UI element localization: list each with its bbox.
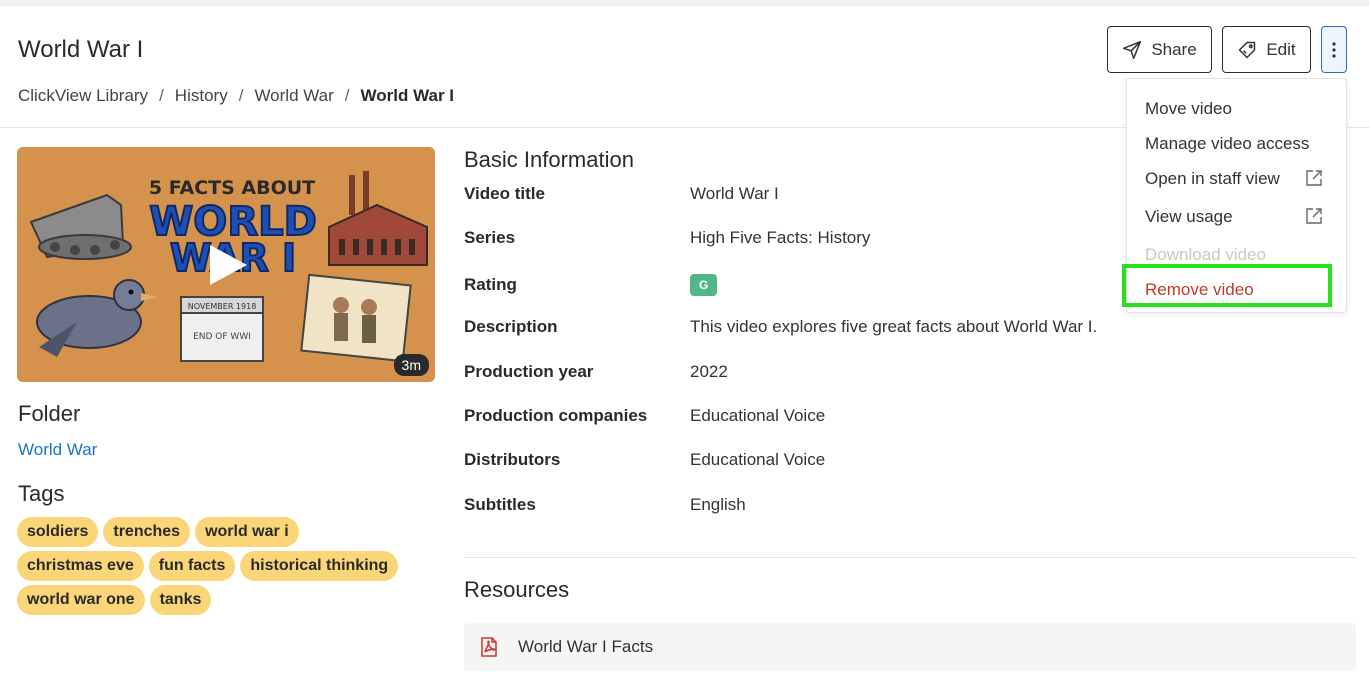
calendar-top-text: NOVEMBER 1918 xyxy=(188,302,257,311)
duration-badge: 3m xyxy=(393,354,429,376)
menu-item-manage-access[interactable]: Manage video access xyxy=(1127,129,1346,159)
info-row-distributors: Distributors Educational Voice xyxy=(464,450,1364,470)
thumbnail-title-line1: 5 FACTS ABOUT xyxy=(149,177,315,199)
tag[interactable]: world war one xyxy=(17,585,145,615)
info-key: Video title xyxy=(464,184,545,203)
info-value: English xyxy=(690,495,746,514)
kebab-menu-icon xyxy=(1332,41,1336,58)
breadcrumb-item-library[interactable]: ClickView Library xyxy=(18,86,148,106)
tag[interactable]: christmas eve xyxy=(17,551,144,581)
highlight-box xyxy=(1122,264,1332,307)
info-value: Educational Voice xyxy=(690,406,826,425)
calendar-bottom-text: END OF WWI xyxy=(193,332,251,342)
info-value: Educational Voice xyxy=(690,450,826,469)
breadcrumb-separator: / xyxy=(344,86,350,105)
menu-item-label: Manage video access xyxy=(1145,134,1310,153)
video-thumbnail[interactable]: 5 FACTS ABOUT WORLD WAR I NOVEMBER 1918 … xyxy=(17,147,435,382)
share-button[interactable]: Share xyxy=(1107,26,1212,73)
soldiers-photo-icon xyxy=(300,273,412,363)
info-row-subtitles: Subtitles English xyxy=(464,495,1364,515)
menu-item-move-video[interactable]: Move video xyxy=(1127,94,1346,124)
edit-label: Edit xyxy=(1266,39,1296,59)
info-value: 2022 xyxy=(690,362,728,381)
page-title: World War I xyxy=(18,36,144,63)
tag[interactable]: soldiers xyxy=(17,517,99,547)
info-key: Distributors xyxy=(464,450,561,469)
tag[interactable]: world war i xyxy=(195,517,299,547)
menu-item-open-staff-view[interactable]: Open in staff view xyxy=(1127,164,1346,194)
breadcrumb: ClickView Library / History / World War … xyxy=(18,86,454,106)
breadcrumb-item-current: World War I xyxy=(360,86,455,105)
menu-item-label: View usage xyxy=(1145,207,1233,226)
pdf-file-icon xyxy=(481,637,497,657)
more-options-button[interactable] xyxy=(1321,26,1347,73)
breadcrumb-separator: / xyxy=(159,86,164,105)
thumbnail-illustration: 5 FACTS ABOUT WORLD WAR I NOVEMBER 1918 … xyxy=(17,147,435,382)
info-row-description: Description This video explores five gre… xyxy=(464,317,1364,337)
send-icon xyxy=(1123,40,1142,59)
edit-button[interactable]: Edit xyxy=(1222,26,1311,73)
calendar-icon: NOVEMBER 1918 END OF WWI xyxy=(180,296,264,362)
rating-badge: G xyxy=(690,274,718,296)
info-value: This video explores five great facts abo… xyxy=(690,317,1098,336)
external-link-icon xyxy=(1306,208,1322,224)
tag[interactable]: tanks xyxy=(149,585,212,615)
resources-heading: Resources xyxy=(464,577,570,602)
menu-item-view-usage[interactable]: View usage xyxy=(1127,202,1346,232)
tag-list: soldiers trenches world war i christmas … xyxy=(17,517,437,619)
info-key: Production companies xyxy=(464,406,648,425)
folder-link[interactable]: World War xyxy=(18,440,97,460)
info-value: High Five Facts: History xyxy=(690,228,871,247)
tag[interactable]: trenches xyxy=(103,517,191,547)
menu-item-label: Move video xyxy=(1145,99,1232,118)
breadcrumb-item-world-war[interactable]: World War xyxy=(254,86,333,106)
menu-item-label: Open in staff view xyxy=(1145,169,1280,188)
resource-item[interactable]: World War I Facts xyxy=(464,623,1356,671)
info-row-production-year: Production year 2022 xyxy=(464,362,1364,382)
share-label: Share xyxy=(1151,39,1197,59)
tag[interactable]: historical thinking xyxy=(240,551,399,581)
folder-heading: Folder xyxy=(18,401,81,426)
info-value: World War I xyxy=(690,184,779,203)
tags-heading: Tags xyxy=(18,481,65,506)
resources-divider xyxy=(464,557,1356,558)
info-key: Description xyxy=(464,317,558,336)
tag[interactable]: fun facts xyxy=(148,551,236,581)
resource-title: World War I Facts xyxy=(518,637,654,656)
info-key: Subtitles xyxy=(464,495,536,514)
menu-item-label: Download video xyxy=(1145,245,1266,264)
external-link-icon xyxy=(1306,170,1322,186)
basic-info-heading: Basic Information xyxy=(464,147,634,172)
info-row-production-companies: Production companies Educational Voice xyxy=(464,406,1364,426)
info-key: Rating xyxy=(464,275,517,294)
breadcrumb-separator: / xyxy=(238,86,244,105)
info-key: Production year xyxy=(464,362,594,381)
edit-tag-icon xyxy=(1239,41,1256,58)
page-card: World War I ClickView Library / History … xyxy=(0,5,1369,691)
info-key: Series xyxy=(464,228,516,247)
breadcrumb-item-history[interactable]: History xyxy=(175,86,228,106)
